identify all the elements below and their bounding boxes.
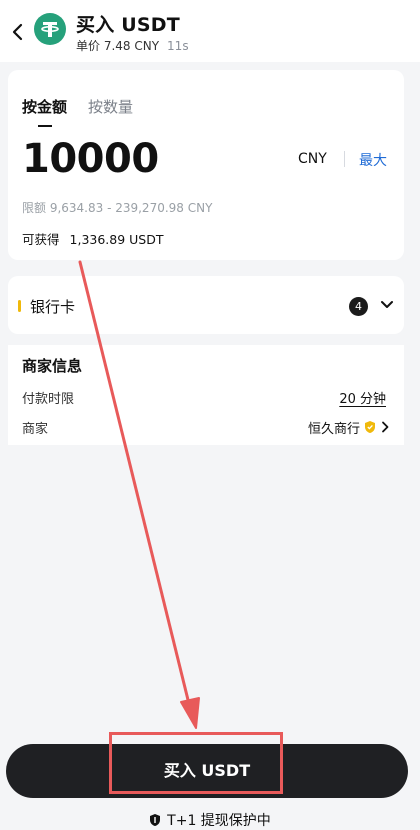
payment-deadline-label: 付款时限 bbox=[22, 392, 75, 407]
merchant-info-section: 商家信息 付款时限 20 分钟 商家 恒久商行 bbox=[8, 345, 404, 445]
obtain-value: 1,336.89 USDT bbox=[69, 232, 164, 247]
max-button[interactable]: 最大 bbox=[359, 150, 387, 170]
amount-input[interactable]: 10000 bbox=[22, 136, 159, 182]
page-title: 买入 USDT bbox=[76, 14, 180, 36]
tether-logo-icon bbox=[34, 13, 66, 45]
obtain-label: 可获得 bbox=[22, 232, 60, 247]
merchant-info-title: 商家信息 bbox=[22, 357, 83, 375]
chevron-down-icon[interactable] bbox=[380, 300, 394, 310]
merchant-name: 恒久商行 bbox=[307, 421, 360, 437]
shield-icon bbox=[150, 814, 161, 826]
obtain-amount: 可获得 1,336.89 USDT bbox=[22, 229, 164, 248]
protection-notice: T+1 提现保护中 bbox=[0, 810, 420, 830]
verified-shield-icon bbox=[365, 421, 375, 433]
merchant-link[interactable]: 恒久商行 bbox=[308, 417, 390, 437]
countdown-timer: 11s bbox=[167, 39, 189, 53]
payment-accent-bar bbox=[18, 300, 21, 312]
tab-by-quantity[interactable]: 按数量 bbox=[88, 96, 133, 117]
payment-method-selector[interactable]: 银行卡 4 bbox=[8, 276, 404, 334]
merchant-label: 商家 bbox=[22, 422, 49, 437]
chevron-right-icon bbox=[382, 421, 389, 433]
header: 买入 USDT 单价 7.48 CNY 11s bbox=[0, 0, 420, 62]
chevron-left-icon[interactable] bbox=[8, 20, 28, 44]
limit-text: 限额 9,634.83 - 239,270.98 CNY bbox=[22, 201, 213, 215]
order-amount-card: 按金额 按数量 10000 CNY 最大 限额 9,634.83 - 239,2… bbox=[8, 70, 404, 260]
currency-label: CNY bbox=[298, 151, 327, 167]
annotation-highlight-box bbox=[109, 732, 283, 794]
payment-count-badge: 4 bbox=[349, 297, 368, 316]
payment-deadline-value: 20 分钟 bbox=[339, 392, 386, 407]
tab-by-amount[interactable]: 按金额 bbox=[22, 96, 67, 117]
active-tab-indicator bbox=[38, 125, 52, 127]
protection-text: T+1 提现保护中 bbox=[167, 813, 271, 829]
divider bbox=[344, 151, 345, 167]
payment-method-label: 银行卡 bbox=[30, 298, 76, 316]
unit-price-line: 单价 7.48 CNY 11s bbox=[76, 37, 189, 54]
unit-price: 单价 7.48 CNY bbox=[76, 39, 160, 53]
